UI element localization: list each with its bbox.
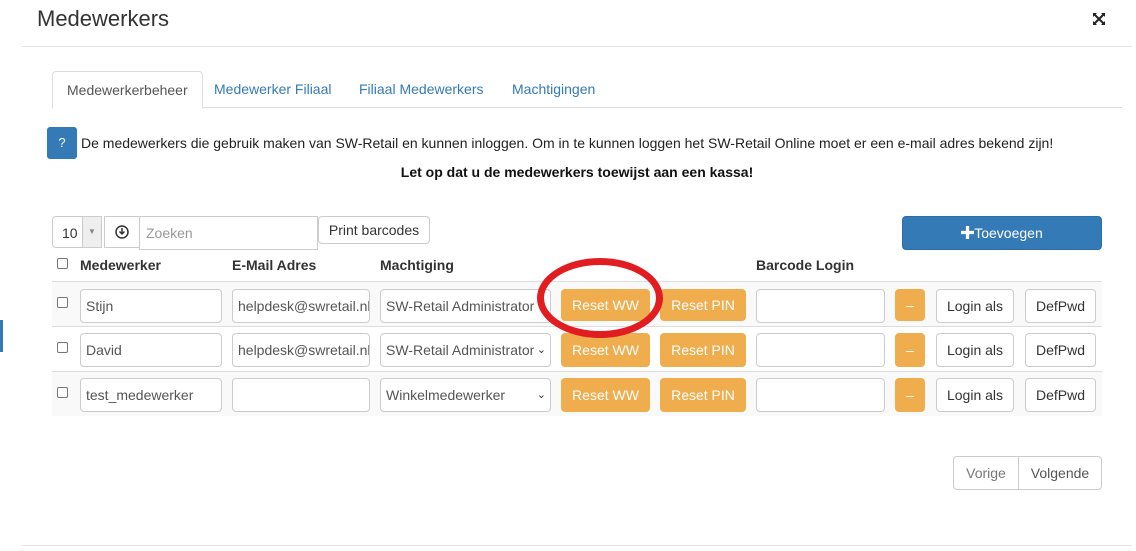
previous-page-button[interactable]: Vorige [953, 456, 1019, 490]
default-password-button[interactable]: DefPwd [1025, 333, 1096, 367]
reset-pin-button[interactable]: Reset PIN [660, 333, 746, 367]
default-password-button[interactable]: DefPwd [1025, 378, 1096, 412]
table-row: David helpdesk@swretail.nl SW-Retail Adm… [52, 326, 1102, 371]
row-checkbox[interactable] [57, 297, 68, 308]
reset-ww-button[interactable]: Reset WW [561, 289, 650, 321]
login-as-button[interactable]: Login als [936, 333, 1014, 367]
login-as-button[interactable]: Login als [936, 289, 1014, 323]
email-input[interactable] [232, 378, 370, 412]
warning-text: Let op dat u de medewerkers toewijst aan… [400, 164, 754, 180]
remove-button[interactable]: – [895, 289, 925, 321]
email-input[interactable]: helpdesk@swretail.nl [232, 289, 370, 323]
reset-ww-button[interactable]: Reset WW [561, 378, 650, 412]
tab-machtigingen[interactable]: Machtigingen [498, 71, 609, 107]
print-barcodes-button[interactable]: Print barcodes [318, 216, 430, 244]
row-checkbox[interactable] [57, 387, 68, 398]
name-input[interactable]: Stijn [80, 289, 222, 323]
download-button[interactable] [104, 216, 140, 248]
tab-bar: Medewerkerbeheer Medewerker Filiaal Fili… [52, 71, 1122, 109]
barcode-input[interactable] [756, 333, 885, 367]
barcode-input[interactable] [756, 289, 885, 323]
reset-pin-button[interactable]: Reset PIN [660, 378, 746, 412]
footer-divider [22, 545, 1132, 546]
caret-down-icon: ▼ [82, 217, 101, 247]
help-button[interactable]: ? [47, 127, 77, 159]
reset-ww-button[interactable]: Reset WW [561, 333, 650, 367]
modal-title: Medewerkers [37, 6, 170, 31]
download-icon [115, 225, 129, 239]
add-employee-label: Toevoegen [974, 225, 1043, 241]
page-size-select[interactable]: 10 ▼ [52, 216, 102, 248]
chevron-down-icon: ⌄ [536, 344, 546, 356]
machtiging-value: Winkelmedewerker [386, 387, 506, 403]
machtiging-select[interactable]: SW-Retail Administrator ⌄ [380, 333, 551, 367]
modal-header: Medewerkers [22, 0, 1132, 47]
table-row: Stijn helpdesk@swretail.nl SW-Retail Adm… [52, 281, 1102, 326]
info-text: De medewerkers die gebruik maken van SW-… [81, 135, 1054, 151]
table-row: test_medewerker Winkelmedewerker ⌄ Reset … [52, 371, 1102, 416]
chevron-down-icon: ⌄ [536, 389, 546, 401]
tab-medewerker-filiaal[interactable]: Medewerker Filiaal [200, 71, 345, 107]
reset-pin-button[interactable]: Reset PIN [660, 289, 746, 321]
remove-button[interactable]: – [895, 333, 925, 367]
col-header-barcode: Barcode Login [756, 257, 855, 273]
page-size-value: 10 [62, 225, 78, 241]
search-input[interactable] [139, 216, 318, 250]
machtiging-select[interactable]: SW-Retail Administrator [380, 289, 551, 323]
next-page-button[interactable]: Volgende [1018, 456, 1102, 490]
machtiging-value: SW-Retail Administrator [386, 342, 535, 358]
barcode-input[interactable] [756, 378, 885, 412]
machtiging-value: SW-Retail Administrator [386, 298, 535, 314]
col-header-machtiging: Machtiging [380, 257, 454, 273]
remove-button[interactable]: – [895, 378, 925, 412]
medewerkers-modal: Medewerkers Medewerkerbeheer Medewerker … [22, 0, 1132, 551]
tab-medewerkerbeheer[interactable]: Medewerkerbeheer [52, 71, 203, 109]
row-checkbox[interactable] [57, 342, 68, 353]
left-edge-indicator [0, 320, 3, 352]
expand-icon[interactable] [1092, 12, 1106, 26]
email-input[interactable]: helpdesk@swretail.nl [232, 333, 370, 367]
name-input[interactable]: David [80, 333, 222, 367]
login-as-button[interactable]: Login als [936, 378, 1014, 412]
col-header-medewerker: Medewerker [80, 257, 161, 273]
col-header-email: E-Mail Adres [232, 257, 317, 273]
default-password-button[interactable]: DefPwd [1025, 289, 1096, 323]
name-input[interactable]: test_medewerker [80, 378, 222, 412]
select-all-checkbox[interactable] [57, 258, 68, 269]
add-employee-button[interactable]: Toevoegen [902, 216, 1102, 250]
machtiging-select[interactable]: Winkelmedewerker ⌄ [380, 378, 551, 412]
plus-icon [961, 226, 975, 239]
tab-filiaal-medewerkers[interactable]: Filiaal Medewerkers [345, 71, 497, 107]
